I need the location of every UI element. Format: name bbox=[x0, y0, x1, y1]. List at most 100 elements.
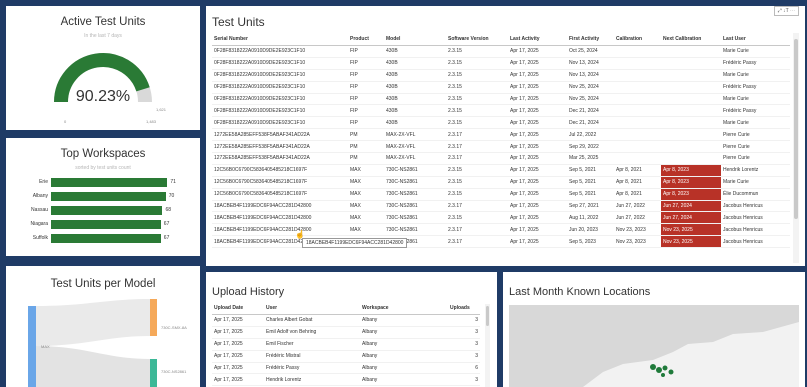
column-header[interactable]: Calibration bbox=[614, 33, 661, 46]
upload-history-scrollbar[interactable] bbox=[485, 304, 490, 387]
table-cell: 3 bbox=[448, 338, 480, 351]
workspace-bar[interactable] bbox=[51, 234, 161, 243]
table-row[interactable]: Apr 17, 2025 Charles Albert Gobat Albany 3 bbox=[212, 314, 480, 327]
table-row[interactable]: 18ACBEB4F1199EDC6F94ACC281D42800MAX730C-… bbox=[212, 200, 790, 213]
column-header[interactable]: Uploads bbox=[448, 302, 480, 315]
table-cell: Albany bbox=[360, 314, 448, 327]
table-cell: Hendrik Lorentz bbox=[721, 164, 790, 177]
table-cell: Apr 17, 2025 bbox=[508, 164, 567, 177]
workspace-bar[interactable] bbox=[51, 220, 161, 229]
table-cell: Apr 17, 2025 bbox=[508, 188, 567, 201]
column-header[interactable]: Model bbox=[384, 33, 446, 46]
column-header[interactable]: Software Version bbox=[446, 33, 508, 46]
table-row[interactable]: Apr 17, 2025 Hendrik Lorentz Albany 3 bbox=[212, 373, 480, 387]
table-cell: 12C56B0C6790C5836405485218C1697F bbox=[212, 164, 348, 177]
table-cell: 2.3.17 bbox=[446, 223, 508, 237]
table-cell: Apr 17, 2025 bbox=[508, 128, 567, 142]
column-header[interactable]: Product bbox=[348, 33, 384, 46]
table-cell: 0F28F8318222A0910D9DE2E923C1F10 bbox=[212, 116, 348, 130]
table-cell: Apr 8, 2021 bbox=[614, 164, 661, 177]
table-cell: 3 bbox=[448, 373, 480, 387]
table-cell bbox=[661, 69, 721, 82]
table-cell: Apr 17, 2025 bbox=[508, 223, 567, 237]
table-cell: Albany bbox=[360, 338, 448, 351]
table-row[interactable]: 12C56B0C6790C5836405485218C1697F MAX 730C-… bbox=[212, 176, 790, 189]
table-cell: Sep 5, 2021 bbox=[567, 176, 614, 189]
table-row[interactable]: Apr 17, 2025 Emil Fischer Albany 3 bbox=[212, 338, 480, 351]
table-cell bbox=[614, 140, 661, 154]
upload-history-panel: Upload History Upload Date User Workspace U… bbox=[206, 272, 497, 387]
table-cell: 730C-NS2861 bbox=[384, 176, 446, 189]
workspace-bar[interactable] bbox=[51, 192, 166, 201]
column-header[interactable]: Last User bbox=[721, 33, 790, 46]
table-cell: Nov 23, 2025 bbox=[661, 235, 721, 249]
table-cell: 2.3.15 bbox=[446, 211, 508, 225]
table-row[interactable]: 1272EE58A285EFF538F5ABAF341AD22A PM MAX-2X… bbox=[212, 152, 790, 165]
test-units-header-row: Serial Number Product Model Software Versio… bbox=[212, 33, 790, 46]
table-row[interactable]: 18ACBEB4F1199EDC6F94ACC281D42800MAX730C-… bbox=[212, 211, 790, 225]
table-cell: Albany bbox=[360, 362, 448, 375]
table-cell bbox=[661, 57, 721, 70]
table-row[interactable]: 12C56B0C6790C5836405485218C1697F MAX 730C-… bbox=[212, 164, 790, 177]
table-cell: 430B bbox=[384, 116, 446, 130]
test-units-title: Test Units bbox=[212, 15, 265, 29]
table-row[interactable]: 0F28F8318222A0910D9DE2E923C1F10 FIP 430B 2.… bbox=[212, 81, 790, 94]
table-row[interactable]: 0F28F8318222A0910D9DE2E923C1F10 FIP 430B 2.… bbox=[212, 45, 790, 58]
table-cell bbox=[614, 116, 661, 130]
table-cell: Emil Fischer bbox=[264, 338, 360, 351]
table-row[interactable]: 12C56B0C6790C5836405485218C1697F MAX 730C-… bbox=[212, 188, 790, 201]
table-cell: Apr 8, 2023 bbox=[661, 164, 721, 177]
table-cell: Apr 17, 2025 bbox=[508, 93, 567, 106]
table-row[interactable]: 1272EE58A285EFF538F5ABAF341AD22A PM MAX-2X… bbox=[212, 128, 790, 142]
table-cell: Apr 17, 2025 bbox=[212, 338, 264, 351]
map-point bbox=[662, 365, 668, 371]
table-row[interactable]: 0F28F8318222A0910D9DE2E923C1F10 FIP 430B 2.… bbox=[212, 104, 790, 118]
table-row[interactable]: 0F28F8318222A0910D9DE2E923C1F10 FIP 430B 2.… bbox=[212, 57, 790, 70]
table-cell: FIP bbox=[348, 93, 384, 106]
table-cell: Nov 25, 2024 bbox=[567, 81, 614, 94]
visual-toolbar[interactable]: ⤢ ↓T ⋯ bbox=[773, 6, 799, 16]
table-row[interactable]: Apr 17, 2025 Frédéric Mistral Albany 3 bbox=[212, 350, 480, 363]
workspace-bar-value: 67 bbox=[163, 235, 170, 241]
table-row[interactable]: 0F28F8318222A0910D9DE2E923C1F10 FIP 430B 2.… bbox=[212, 93, 790, 106]
sankey-target-node-b bbox=[150, 359, 157, 387]
table-cell: FIP bbox=[348, 104, 384, 118]
table-cell: Aug 11, 2022 bbox=[567, 211, 614, 225]
table-cell: 0F28F8318222A0910D9DE2E923C1F10 bbox=[212, 69, 348, 82]
workspace-bar[interactable] bbox=[51, 178, 168, 187]
column-header[interactable]: Workspace bbox=[360, 302, 448, 315]
test-units-scrollbar[interactable] bbox=[793, 33, 799, 263]
map-point bbox=[661, 373, 665, 377]
workspace-bar-value: 67 bbox=[163, 221, 170, 227]
table-row[interactable]: Apr 17, 2025 Frédéric Passy Albany 6 bbox=[212, 362, 480, 375]
table-cell: 1272EE58A285EFF538F5ABAF341AD22A bbox=[212, 128, 348, 142]
table-cell: Jacobus Henricus bbox=[721, 211, 790, 225]
table-row[interactable]: 0F28F8318222A0910D9DE2E923C1F10 FIP 430B 2.… bbox=[212, 116, 790, 130]
table-cell: 730C-NS2861 bbox=[384, 188, 446, 201]
table-cell bbox=[614, 57, 661, 70]
upload-history-table: Upload Date User Workspace Uploads Apr 17, … bbox=[212, 302, 480, 387]
table-cell: Jun 27, 2024 bbox=[661, 200, 721, 213]
table-cell: PM bbox=[348, 152, 384, 165]
table-cell: 18ACBEB4F1199EDC6F94ACC281D42800 bbox=[212, 211, 348, 225]
table-cell: MAX-2X-VFL bbox=[384, 128, 446, 142]
column-header[interactable]: User bbox=[264, 302, 360, 315]
workspace-bar-label: Albany bbox=[32, 193, 48, 199]
column-header[interactable]: Next Calibration bbox=[661, 33, 721, 46]
column-header[interactable]: Last Activity bbox=[508, 33, 567, 46]
table-cell bbox=[661, 128, 721, 142]
workspace-bar[interactable] bbox=[51, 206, 163, 215]
table-row[interactable]: 1272EE58A285EFF538F5ABAF341AD22A PM MAX-2X… bbox=[212, 140, 790, 154]
table-cell: Apr 17, 2025 bbox=[508, 211, 567, 225]
table-cell: 730C-NS2861 bbox=[384, 223, 446, 237]
upload-history-scroll-thumb[interactable] bbox=[486, 306, 489, 326]
table-cell: Nov 23, 2023 bbox=[614, 223, 661, 237]
column-header[interactable]: Upload Date bbox=[212, 302, 264, 315]
table-cell: MAX-2X-VFL bbox=[384, 140, 446, 154]
test-units-scroll-thumb[interactable] bbox=[794, 39, 798, 219]
column-header[interactable]: Serial Number bbox=[212, 33, 348, 46]
table-cell: Dec 21, 2024 bbox=[567, 116, 614, 130]
column-header[interactable]: First Activity bbox=[567, 33, 614, 46]
table-row[interactable]: 0F28F8318222A0910D9DE2E923C1F10 FIP 430B 2.… bbox=[212, 69, 790, 82]
table-row[interactable]: Apr 17, 2025 Emil Adolf von Behring Albany… bbox=[212, 326, 480, 339]
